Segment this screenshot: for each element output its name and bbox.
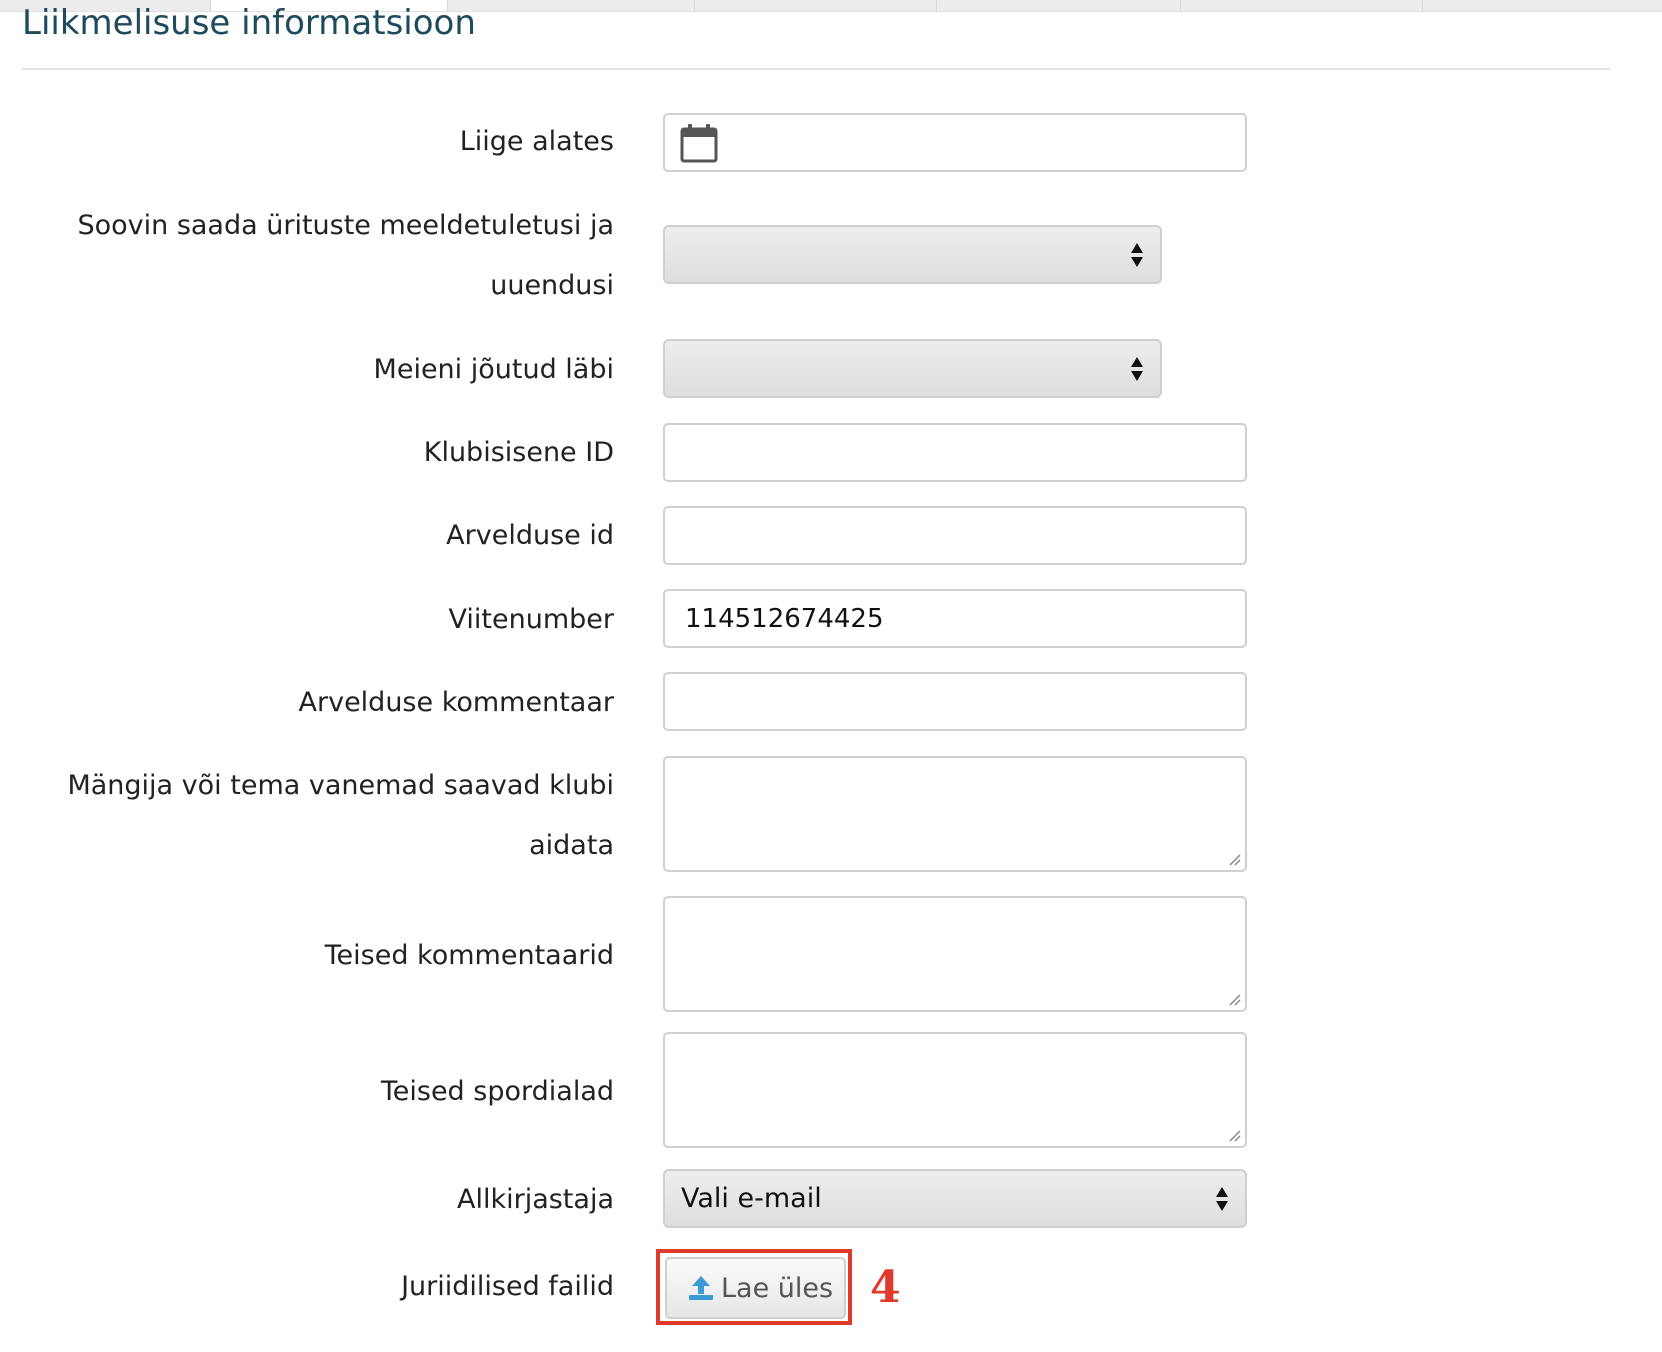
billing-comment-input[interactable]: [663, 672, 1247, 731]
billing-id-input[interactable]: [663, 506, 1247, 565]
club-id-input[interactable]: [663, 423, 1247, 482]
legal-files-label: Juriidilised failid: [401, 1271, 614, 1302]
divider: [22, 68, 1610, 70]
tab[interactable]: [1422, 0, 1662, 11]
club-help-label-line1: Mängija või tema vanemad saavad klubi: [67, 770, 614, 801]
upload-icon: [689, 1276, 713, 1300]
reminders-label-line2: uuendusi: [490, 270, 614, 301]
reminders-select[interactable]: [663, 225, 1162, 284]
upload-button[interactable]: Lae üles: [665, 1257, 846, 1319]
other-comments-textarea[interactable]: [663, 896, 1247, 1012]
resize-grip-icon[interactable]: [1227, 992, 1241, 1006]
reminders-label-line1: Soovin saada ürituste meeldetuletusi ja: [77, 210, 614, 241]
member-since-label: Liige alates: [459, 126, 614, 157]
tab[interactable]: [694, 0, 937, 11]
signer-select-value: Vali e-mail: [681, 1183, 822, 1214]
other-comments-label: Teised kommentaarid: [324, 940, 614, 971]
signer-select[interactable]: Vali e-mail: [663, 1169, 1247, 1228]
referral-label: Meieni jõutud läbi: [373, 354, 614, 385]
section-title: Liikmelisuse informatsioon: [22, 3, 476, 43]
tab[interactable]: [1180, 0, 1423, 11]
calendar-icon[interactable]: [679, 122, 719, 164]
resize-grip-icon[interactable]: [1227, 1128, 1241, 1142]
resize-grip-icon[interactable]: [1227, 852, 1241, 866]
signer-label: Allkirjastaja: [456, 1184, 614, 1215]
referral-select[interactable]: [663, 339, 1162, 398]
club-help-label-line2: aidata: [529, 830, 614, 861]
select-arrows-icon: [1131, 242, 1143, 267]
step-number-annotation: 4: [870, 1262, 901, 1313]
select-arrows-icon: [1216, 1186, 1228, 1211]
other-sports-label: Teised spordialad: [380, 1076, 614, 1107]
billing-comment-label: Arvelduse kommentaar: [298, 687, 614, 718]
other-sports-textarea[interactable]: [663, 1032, 1247, 1148]
reference-number-label: Viitenumber: [448, 604, 614, 635]
club-help-textarea[interactable]: [663, 756, 1247, 872]
upload-button-label: Lae üles: [721, 1272, 834, 1304]
member-since-date-field[interactable]: [663, 113, 1247, 172]
club-id-label: Klubisisene ID: [423, 437, 614, 468]
billing-id-label: Arvelduse id: [446, 520, 614, 551]
select-arrows-icon: [1131, 356, 1143, 381]
tab[interactable]: [936, 0, 1181, 11]
reference-number-input[interactable]: 114512674425: [663, 589, 1247, 648]
